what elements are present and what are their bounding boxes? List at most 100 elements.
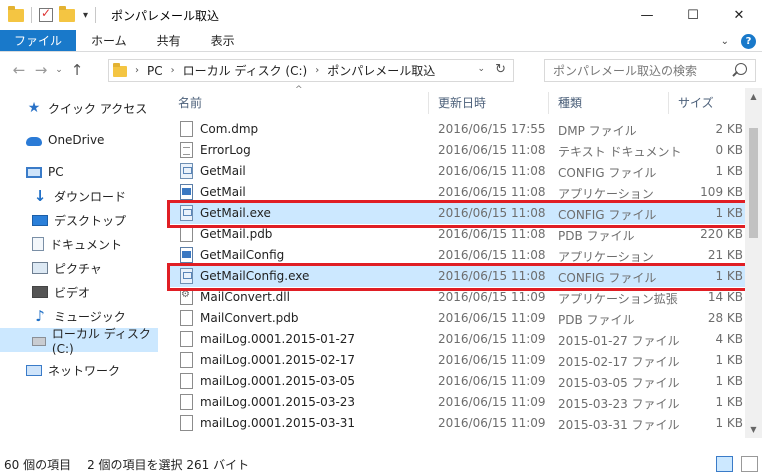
column-header-size[interactable]: サイズ	[678, 88, 714, 116]
maximize-icon[interactable]: ☐	[670, 0, 716, 30]
title-bar: ▾ ポンパレメール取込 — ☐ ✕	[0, 0, 762, 30]
file-name: mailLog.0001.2015-03-31	[200, 416, 356, 430]
column-header-name[interactable]: 名前	[178, 88, 202, 116]
file-row[interactable]: MailConvert.pdb 2016/06/15 11:09 PDB ファイル 2…	[170, 308, 745, 329]
search-input[interactable]: ポンパレメール取込の検索	[544, 59, 756, 82]
minimize-icon[interactable]: —	[624, 0, 670, 30]
file-type: 2015-03-31 ファイル	[558, 418, 680, 432]
file-date: 2016/06/15 11:08	[438, 227, 546, 241]
column-divider[interactable]	[548, 92, 549, 114]
nav-item-label: OneDrive	[48, 133, 105, 147]
back-icon[interactable]: ←	[8, 59, 30, 81]
scroll-down-icon[interactable]: ▼	[745, 421, 762, 438]
new-folder-icon[interactable]	[59, 5, 75, 22]
file-size: 0 KB	[715, 143, 743, 157]
file-date: 2016/06/15 11:09	[438, 353, 546, 367]
nav-item-pc[interactable]: PC	[0, 160, 158, 184]
nav-item-pictures[interactable]: ピクチャ	[0, 256, 158, 280]
nav-item-label: ダウンロード	[54, 189, 127, 204]
tab-home[interactable]: ホーム	[76, 30, 142, 51]
chevron-right-icon[interactable]: ›	[171, 65, 175, 76]
column-divider[interactable]	[668, 92, 669, 114]
file-type: アプリケーション拡張	[558, 292, 678, 306]
nav-item-downloads[interactable]: ↓ ダウンロード	[0, 184, 158, 208]
address-bar[interactable]: › PC › ローカル ディスク (C:) › ポンパレメール取込 ⌄ ↻	[108, 59, 514, 82]
selection-info: 2 個の項目を選択 261 バイト	[87, 457, 250, 472]
download-icon: ↓	[33, 187, 47, 205]
music-icon: ♪	[35, 307, 45, 325]
nav-item-desktop[interactable]: デスクトップ	[0, 208, 158, 232]
dll-icon	[180, 289, 193, 305]
file-name: Com.dmp	[200, 122, 259, 136]
file-date: 2016/06/15 11:09	[438, 290, 546, 304]
nav-item-documents[interactable]: ドキュメント	[0, 232, 158, 256]
file-date: 2016/06/15 17:55	[438, 122, 546, 136]
customize-toolbar-icon[interactable]: ▾	[83, 10, 88, 21]
recent-locations-icon[interactable]: ⌄	[52, 59, 66, 81]
file-row[interactable]: mailLog.0001.2015-03-31 2016/06/15 11:09 2…	[170, 413, 745, 434]
file-icon	[180, 394, 193, 410]
pc-icon	[26, 166, 42, 178]
expand-ribbon-icon[interactable]: ⌄	[721, 36, 729, 47]
column-header-type[interactable]: 種類	[558, 88, 582, 116]
breadcrumb-current-folder[interactable]: ポンパレメール取込	[327, 62, 435, 79]
tab-view[interactable]: 表示	[196, 30, 250, 51]
file-row[interactable]: mailLog.0001.2015-03-05 2016/06/15 11:09 2…	[170, 371, 745, 392]
file-name: GetMailConfig	[200, 248, 285, 262]
search-icon	[735, 63, 747, 75]
file-row[interactable]: GetMail 2016/06/15 11:08 CONFIG ファイル 1 KB	[170, 161, 745, 182]
refresh-icon[interactable]: ↻	[495, 62, 506, 77]
file-icon	[180, 310, 193, 326]
window-controls: — ☐ ✕	[624, 0, 762, 30]
desktop-icon	[32, 214, 48, 226]
file-row[interactable]: ErrorLog 2016/06/15 11:08 テキスト ドキュメント 0 KB	[170, 140, 745, 161]
nav-item-label: ミュージック	[54, 309, 126, 324]
breadcrumb-local-disk[interactable]: ローカル ディスク (C:)	[183, 62, 308, 79]
file-row[interactable]: mailLog.0001.2015-02-17 2016/06/15 11:09 2…	[170, 350, 745, 371]
nav-item-onedrive[interactable]: OneDrive	[0, 128, 158, 152]
address-dropdown-icon[interactable]: ⌄	[477, 64, 485, 74]
network-icon	[26, 364, 42, 376]
breadcrumb-pc[interactable]: PC	[147, 64, 163, 78]
ribbon-right: ⌄ ?	[721, 30, 756, 52]
file-size: 14 KB	[707, 290, 743, 304]
tab-share[interactable]: 共有	[142, 30, 196, 51]
file-type: 2015-03-23 ファイル	[558, 397, 680, 411]
properties-icon[interactable]	[39, 6, 53, 22]
file-size: 220 KB	[700, 227, 743, 241]
close-icon[interactable]: ✕	[716, 0, 762, 30]
file-size: 1 KB	[715, 374, 743, 388]
chevron-right-icon[interactable]: ›	[135, 65, 139, 76]
file-name: GetMail.pdb	[200, 227, 273, 241]
folder-icon	[113, 63, 127, 77]
file-row[interactable]: Com.dmp 2016/06/15 17:55 DMP ファイル 2 KB	[170, 119, 745, 140]
nav-item-network[interactable]: ネットワーク	[0, 358, 158, 382]
tab-file[interactable]: ファイル	[0, 30, 77, 51]
column-header-date[interactable]: 更新日時	[438, 88, 486, 116]
vertical-scrollbar[interactable]: ▲ ▼	[745, 88, 762, 438]
scroll-up-icon[interactable]: ▲	[745, 88, 762, 105]
nav-item-videos[interactable]: ビデオ	[0, 280, 158, 304]
chevron-right-icon[interactable]: ›	[315, 65, 319, 76]
ribbon-tabs: ファイル ホーム 共有 表示 ⌄ ?	[0, 30, 762, 52]
column-divider[interactable]	[428, 92, 429, 114]
nav-item-quick-access[interactable]: ★ クイック アクセス	[0, 96, 158, 120]
nav-item-label: ドキュメント	[50, 237, 123, 252]
view-switcher	[712, 456, 758, 472]
file-size: 109 KB	[700, 185, 743, 199]
up-icon[interactable]: ↑	[66, 59, 88, 81]
file-row[interactable]: mailLog.0001.2015-03-23 2016/06/15 11:09 2…	[170, 392, 745, 413]
details-view-icon[interactable]	[716, 456, 733, 472]
window-title: ポンパレメール取込	[111, 8, 220, 23]
file-row[interactable]: mailLog.0001.2015-01-27 2016/06/15 11:09 2…	[170, 329, 745, 350]
large-icons-view-icon[interactable]	[741, 456, 758, 472]
file-name: mailLog.0001.2015-01-27	[200, 332, 356, 346]
help-icon[interactable]: ?	[741, 33, 756, 49]
file-type: 2015-01-27 ファイル	[558, 334, 680, 348]
scrollbar-thumb[interactable]	[749, 128, 758, 238]
file-type: DMP ファイル	[558, 124, 637, 138]
forward-icon[interactable]: →	[30, 59, 52, 81]
highlight-box	[167, 263, 752, 291]
app-icon	[180, 184, 193, 200]
nav-item-local-disk[interactable]: ローカル ディスク (C:)	[0, 327, 158, 356]
